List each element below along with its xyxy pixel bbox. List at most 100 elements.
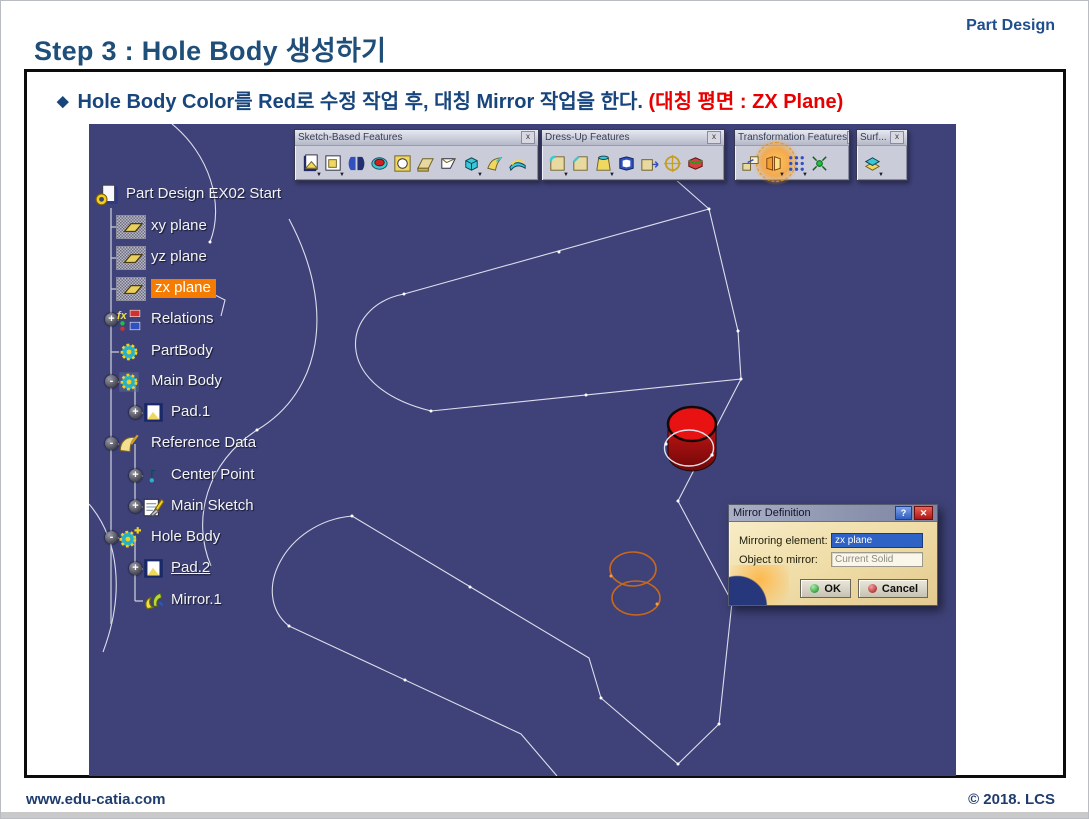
thread-icon[interactable] <box>661 150 684 177</box>
toolbar-sketch-based-features: Sketch-Based Features x ▼▼▼ <box>294 129 539 181</box>
tree-item-zx-plane[interactable]: zx plane <box>89 276 419 302</box>
tree-item-center-point[interactable]: +Center Point <box>89 463 419 489</box>
rib-icon[interactable] <box>414 150 437 177</box>
multi-sections-solid-icon[interactable]: ▼ <box>460 150 483 177</box>
tree-item-relations[interactable]: +fxRelations <box>89 307 419 333</box>
dialog-title-bar[interactable]: Mirror Definition ? ✕ <box>729 505 937 522</box>
tree-item-label: Main Sketch <box>171 497 254 514</box>
tree-item-label: Reference Data <box>151 434 256 451</box>
tree-item-partbody[interactable]: PartBody <box>89 339 419 365</box>
plane-icon <box>119 215 143 239</box>
sketch-icon <box>141 495 167 519</box>
toolbar-title-bar[interactable]: Surf... x <box>857 130 907 146</box>
toolbar-title: Surf... <box>860 132 887 143</box>
chamfer-icon <box>570 153 591 174</box>
tree-item-reference-data[interactable]: -Reference Data <box>89 431 419 457</box>
close-icon[interactable]: x <box>707 131 721 144</box>
shaft-icon[interactable] <box>368 150 391 177</box>
pad-icon <box>300 153 321 174</box>
mirroring-element-label: Mirroring element: <box>739 535 831 547</box>
tree-item-xy-plane[interactable]: xy plane <box>89 214 419 240</box>
bottom-strip <box>1 812 1088 818</box>
specification-tree: Part Design EX02 Start xy plane yz plane zx… <box>89 124 419 776</box>
close-icon[interactable]: x <box>521 131 535 144</box>
pad-feature-icon <box>142 557 166 581</box>
toolbar-surface: Surf... x ▼ <box>856 129 908 181</box>
scaling-icon[interactable] <box>808 150 831 177</box>
dropdown-arrow-icon: ▼ <box>878 172 884 178</box>
dialog-globe-decoration <box>728 565 789 606</box>
edge-fillet-icon <box>547 153 568 174</box>
pad-icon[interactable]: ▼ <box>299 150 322 177</box>
multi-sections-solid-icon <box>461 153 482 174</box>
point-icon <box>141 464 167 488</box>
3d-viewport[interactable]: Part Design EX02 Start xy plane yz plane zx… <box>89 124 956 776</box>
extruded-surface-icon <box>862 153 883 174</box>
draft-angle-icon[interactable]: ▼ <box>592 150 615 177</box>
tree-item-label: Part Design EX02 Start <box>126 185 281 202</box>
rib-icon <box>415 153 436 174</box>
ok-button[interactable]: OK <box>800 579 851 598</box>
tree-item-main-sketch[interactable]: +Main Sketch <box>89 494 419 520</box>
object-to-mirror-field[interactable]: Current Solid <box>831 552 923 567</box>
translation-icon <box>740 153 761 174</box>
close-icon[interactable]: x <box>890 131 904 144</box>
tree-item-yz-plane[interactable]: yz plane <box>89 245 419 271</box>
tree-item-label: yz plane <box>151 248 207 265</box>
mirroring-element-field[interactable]: zx plane <box>831 533 923 548</box>
multi-pad-icon[interactable] <box>345 150 368 177</box>
close-icon[interactable]: ✕ <box>914 506 933 520</box>
hole-icon[interactable] <box>391 150 414 177</box>
shaft-icon <box>369 153 390 174</box>
plane-icon <box>119 277 143 301</box>
mirror-icon[interactable]: ▼ <box>762 150 785 177</box>
chamfer-icon[interactable] <box>569 150 592 177</box>
cancel-button[interactable]: Cancel <box>858 579 928 598</box>
thick-surface-icon <box>507 153 528 174</box>
draft-angle-icon <box>593 153 614 174</box>
shell-icon <box>616 153 637 174</box>
hole-body-red-solid[interactable] <box>664 407 716 471</box>
help-icon[interactable]: ? <box>895 506 912 520</box>
bullet-paren-text: (대칭 평면 : ZX Plane) <box>649 91 844 113</box>
body-gear-icon <box>116 370 142 394</box>
tree-item-main-body[interactable]: -Main Body <box>89 369 419 395</box>
toolbar-title-bar[interactable]: Sketch-Based Features x <box>295 130 538 146</box>
tree-item-label: Center Point <box>171 466 254 483</box>
tree-item-part-design-ex02-start[interactable]: Part Design EX02 Start <box>89 182 419 208</box>
thickness-icon[interactable] <box>638 150 661 177</box>
tree-item-label: Main Body <box>151 372 222 389</box>
remove-face-icon[interactable] <box>684 150 707 177</box>
tree-item-pad-2[interactable]: +Pad.2 <box>89 556 419 582</box>
plane-icon <box>116 215 146 239</box>
translation-icon[interactable] <box>739 150 762 177</box>
tree-item-pad-1[interactable]: +Pad.1 <box>89 400 419 426</box>
relations-icon: fx <box>116 308 142 332</box>
rectangular-pattern-icon[interactable]: ▼ <box>785 150 808 177</box>
tree-item-hole-body[interactable]: -Hole Body <box>89 525 419 551</box>
removed-loft-icon[interactable] <box>483 150 506 177</box>
svg-text:fx: fx <box>117 310 128 322</box>
plane-icon <box>116 277 146 301</box>
cancel-ball-icon <box>868 584 877 593</box>
toolbar-title-bar[interactable]: Transformation Features x <box>735 130 849 146</box>
hole-body-gear-icon <box>117 526 141 550</box>
extruded-surface-icon[interactable]: ▼ <box>861 150 884 177</box>
footer-copyright: © 2018. LCS <box>968 791 1055 808</box>
hole-icon <box>392 153 413 174</box>
object-to-mirror-row: Object to mirror: Current Solid <box>739 552 923 567</box>
drafted-pad-icon[interactable]: ▼ <box>322 150 345 177</box>
shell-icon[interactable] <box>615 150 638 177</box>
tree-item-mirror-1[interactable]: Mirror.1 <box>89 588 419 614</box>
remove-face-icon <box>685 153 706 174</box>
toolbar-title-bar[interactable]: Dress-Up Features x <box>542 130 724 146</box>
close-icon[interactable]: x <box>847 131 849 144</box>
slot-icon[interactable] <box>437 150 460 177</box>
plane-icon <box>119 246 143 270</box>
point-icon <box>142 464 166 488</box>
edge-fillet-icon[interactable]: ▼ <box>546 150 569 177</box>
thick-surface-icon[interactable] <box>506 150 529 177</box>
corner-label: Part Design <box>966 17 1055 35</box>
sketch-icon <box>142 495 166 519</box>
plane-icon <box>116 246 146 270</box>
